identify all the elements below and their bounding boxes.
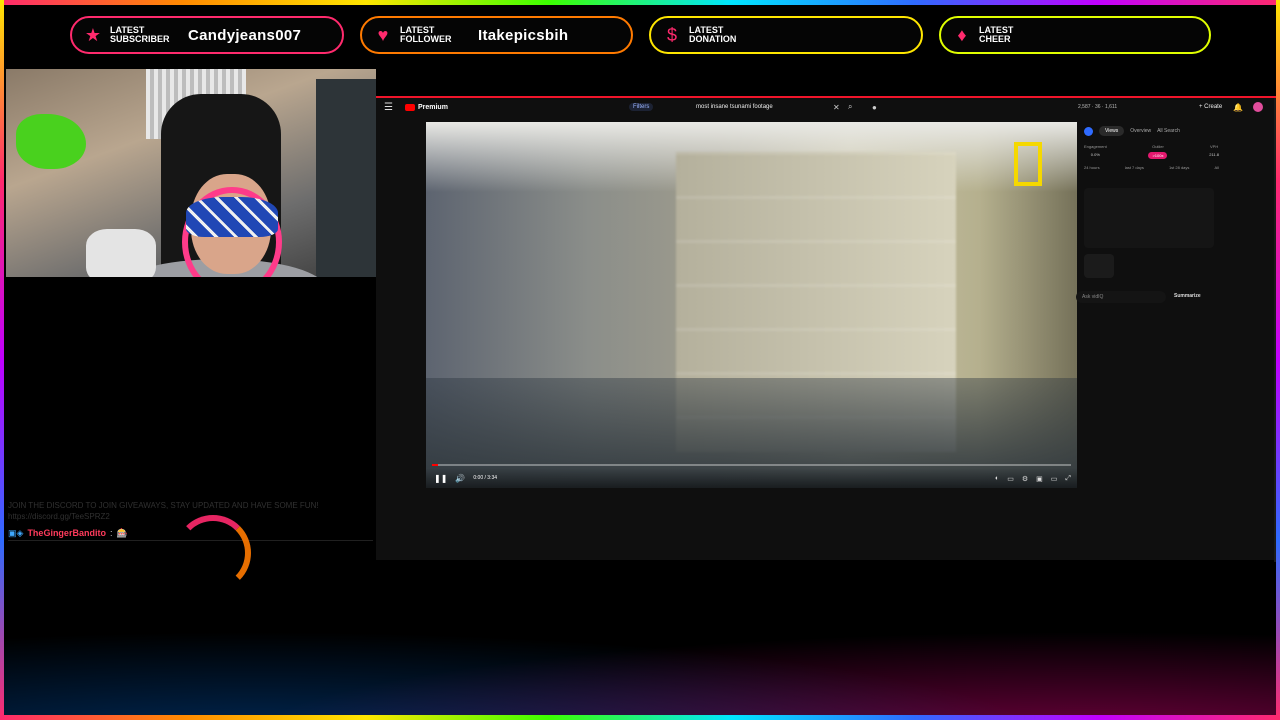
latest-subscriber-pill: ★ LATEST SUBSCRIBER Candyjeans007 (70, 16, 344, 54)
clear-search-icon[interactable]: ✕ (833, 103, 840, 112)
stream-alert-bar: ★ LATEST SUBSCRIBER Candyjeans007 ♥ LATES… (70, 16, 1215, 56)
player-right-controls: ◐ ▭ ⚙ ▣ ▭ ⤢ (995, 475, 1071, 483)
chat-username: TheGingerBandito (27, 528, 106, 538)
progress-bar[interactable] (432, 464, 1071, 466)
pillow (86, 229, 156, 277)
metric-label: Engagement (1084, 144, 1107, 149)
metric-value: >100x (1148, 152, 1168, 159)
shelf (316, 79, 376, 277)
flag-bandana (186, 197, 278, 237)
tab-views[interactable]: Views (1099, 126, 1125, 136)
faded-chat-message: JOIN THE DISCORD TO JOIN GIVEAWAYS, STAY… (8, 501, 319, 521)
loading-ring (175, 515, 251, 591)
latest-subscriber-name: Candyjeans007 (188, 26, 302, 44)
latest-donation-pill: $ LATEST DONATION (649, 16, 923, 54)
avatar[interactable] (1253, 102, 1263, 112)
frame-top (0, 0, 1280, 5)
latest-follower-pill: ♥ LATEST FOLLOWER Itakepicsbih (360, 16, 633, 54)
create-label: Create (1204, 104, 1223, 110)
fullscreen-icon[interactable]: ⤢ (1065, 475, 1071, 483)
search-input[interactable]: most insane tsunami footage (694, 101, 844, 113)
youtube-logo[interactable]: Premium (404, 103, 448, 111)
heart-icon: ♥ (377, 24, 389, 45)
metric-label: VPH (1210, 144, 1219, 149)
metric-engagement: Engagement 0.0% (1084, 144, 1107, 159)
star-icon: ★ (84, 24, 102, 45)
sidebar-thumb-panel (1084, 254, 1114, 278)
hamburger-menu-icon[interactable]: ☰ (384, 102, 393, 113)
theater-mode-icon[interactable]: ▭ (1051, 475, 1058, 483)
range-24h[interactable]: 24 hours (1084, 165, 1100, 170)
webcam-feed (6, 69, 376, 277)
header-stats: 2,587 · 36 · 1,611 (1078, 104, 1118, 110)
background-glow (0, 600, 1280, 720)
tab-all-search[interactable]: All Search (1157, 128, 1180, 134)
range-7d[interactable]: last 7 days (1125, 165, 1144, 170)
youtube-play-icon (404, 103, 415, 111)
metric-vph: VPH 211.8 (1209, 144, 1219, 159)
metric-outlier: Outlier >100x (1148, 144, 1168, 159)
progress-fill (432, 464, 439, 466)
youtube-window: ☰ Premium Filters most insane tsunami fo… (376, 96, 1278, 562)
notifications-bell-icon[interactable]: 🔔 (1233, 103, 1243, 112)
metric-value: 0.0% (1090, 152, 1100, 157)
settings-gear-icon[interactable]: ⚙ (1022, 475, 1028, 483)
tab-overview[interactable]: Overview (1130, 128, 1151, 134)
alert-label: SUBSCRIBER (110, 34, 170, 44)
alert-label: CHEER (979, 34, 1011, 44)
search-icon[interactable]: ⌕ (848, 102, 852, 112)
sidebar-chart-panel (1084, 188, 1214, 248)
chat-emote: 🎰 (116, 527, 128, 538)
create-button[interactable]: + Create (1199, 104, 1222, 110)
youtube-brand: Premium (417, 103, 448, 111)
volume-icon[interactable]: 🔊 (455, 474, 465, 483)
pause-icon[interactable]: ❚❚ (434, 474, 447, 483)
metric-value: 211.8 (1209, 152, 1219, 157)
alert-label: FOLLOWER (400, 34, 452, 44)
sidebar-tabs: Views Overview All Search (1084, 126, 1219, 136)
player-controls: ❚❚ 🔊 0:00 / 3:34 (426, 468, 1077, 488)
metric-label: Outlier (1152, 144, 1164, 149)
miniplayer-icon[interactable]: ▣ (1036, 475, 1043, 483)
time-display: 0:00 / 3:34 (473, 475, 498, 481)
range-tabs: 24 hours last 7 days 1st 28 days All (1084, 165, 1219, 170)
youtube-header: ☰ Premium Filters most insane tsunami fo… (376, 98, 1278, 116)
captions-icon[interactable]: ▭ (1007, 475, 1014, 483)
chat-badges-icon: ▣◈ (8, 527, 24, 538)
dollar-icon: $ (666, 24, 677, 45)
latest-follower-name: Itakepicsbih (478, 26, 569, 44)
vidiq-logo-icon (1084, 126, 1093, 136)
chat-colon: : (109, 528, 113, 538)
channel-watermark-icon (1014, 142, 1042, 186)
latest-cheer-pill: ♦ LATEST CHEER (939, 16, 1211, 54)
ask-vidiq-input[interactable]: Ask vidIQ (1076, 291, 1166, 303)
vidiq-sidebar: Views Overview All Search Engagement 0.0%… (1076, 126, 1219, 303)
video-player[interactable]: ❚❚ 🔊 0:00 / 3:34 ◐ ▭ ⚙ ▣ ▭ ⤢ (426, 122, 1077, 488)
diamond-icon: ♦ (957, 24, 967, 45)
scrollbar[interactable] (1274, 98, 1278, 562)
alert-label: DONATION (689, 34, 737, 44)
summarize-button[interactable]: Summarize (1174, 293, 1201, 299)
filters-button[interactable]: Filters (629, 103, 654, 111)
voice-search-icon[interactable]: ● (872, 103, 877, 112)
range-all[interactable]: All (1215, 165, 1219, 170)
metrics-row: Engagement 0.0% Outlier >100x VPH 211.8 (1084, 144, 1219, 159)
range-28d[interactable]: 1st 28 days (1169, 165, 1189, 170)
autoplay-icon[interactable]: ◐ (995, 475, 999, 483)
green-plush (16, 114, 86, 169)
